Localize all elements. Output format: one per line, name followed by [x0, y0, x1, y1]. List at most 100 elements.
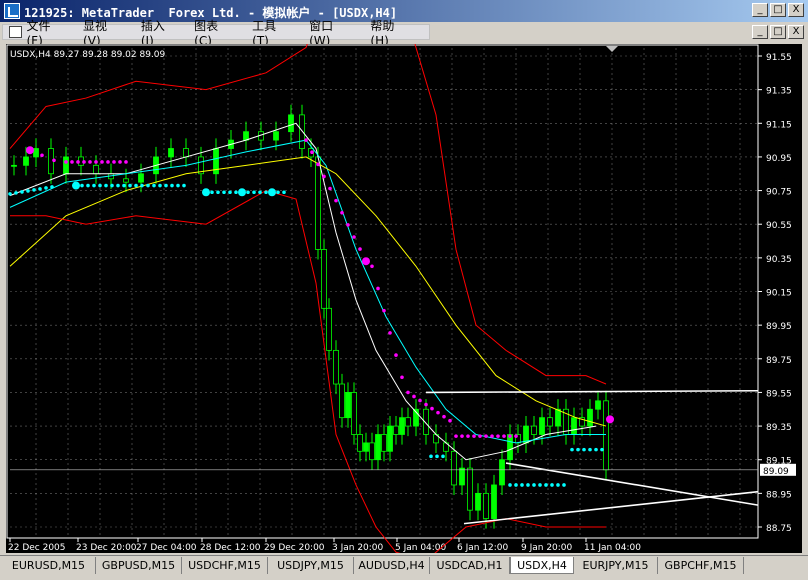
menu-tools[interactable]: 工具(T) — [252, 17, 291, 48]
cyan-signal-dot — [110, 183, 114, 188]
cyan-signal-dot — [238, 188, 246, 197]
candle-body — [345, 392, 351, 419]
candle-body — [531, 425, 537, 435]
price-label: 90.75 — [766, 188, 792, 198]
cyan-signal-dot — [216, 190, 220, 195]
cyan-signal-dot — [26, 189, 30, 193]
menu-help[interactable]: 帮助(H) — [370, 17, 411, 48]
chart-document-icon[interactable] — [9, 26, 23, 38]
magenta-signal-dot — [394, 353, 398, 357]
tab-usdchf-m15[interactable]: USDCHF,M15 — [182, 557, 268, 574]
doc-close-button[interactable]: X — [788, 25, 804, 39]
tab-eurusd-m15[interactable]: EURUSD,M15 — [2, 557, 96, 574]
price-label: 91.15 — [766, 120, 792, 130]
magenta-signal-dot — [376, 286, 380, 291]
cyan-signal-dot — [582, 447, 586, 452]
cyan-signal-dot — [182, 183, 186, 188]
price-chart[interactable]: 91.55 91.35 91.15 90.95 90.75 90.55 90.35 90.15… — [6, 44, 802, 553]
maximize-button[interactable]: □ — [770, 3, 786, 17]
magenta-signal-dot — [460, 434, 464, 438]
cyan-signal-dot — [38, 187, 42, 191]
tab-eurjpy-m15[interactable]: EURJPY,M15 — [574, 557, 658, 574]
close-button[interactable]: X — [788, 3, 804, 17]
cyan-signal-dot — [116, 183, 120, 188]
cyan-signal-dot — [176, 183, 180, 188]
menu-charts[interactable]: 图表(C) — [194, 17, 234, 48]
time-label: 6 Jan 12:00 — [457, 543, 509, 553]
magenta-signal-dot — [328, 186, 332, 191]
magenta-signal-dot — [358, 247, 362, 251]
minimize-button[interactable]: _ — [752, 3, 768, 17]
cyan-signal-dot — [234, 190, 238, 195]
menu-insert[interactable]: 插入(I) — [141, 17, 176, 48]
candle-body — [555, 408, 561, 427]
cyan-signal-dot — [570, 447, 574, 452]
magenta-signal-dot — [322, 174, 326, 179]
chart-canvas[interactable]: 91.55 91.35 91.15 90.95 90.75 90.55 90.35 90.15… — [6, 44, 802, 553]
magenta-signal-dot — [76, 160, 80, 164]
candle-body — [523, 425, 529, 444]
magenta-signal-dot — [502, 434, 506, 438]
menu-window[interactable]: 窗口(W) — [309, 17, 352, 48]
candle-body — [475, 492, 481, 511]
price-label: 89.55 — [766, 389, 792, 399]
cyan-signal-dot — [222, 190, 226, 195]
magenta-signal-dot — [448, 418, 452, 423]
magenta-signal-dot — [94, 160, 98, 164]
magenta-signal-dot — [606, 415, 614, 424]
tab-audusd-h4[interactable]: AUDUSD,H4 — [354, 557, 430, 574]
cyan-signal-dot — [140, 183, 144, 188]
magenta-signal-dot — [70, 160, 74, 164]
candle-body — [369, 442, 375, 461]
magenta-signal-dot — [40, 153, 44, 158]
cyan-signal-dot — [532, 483, 536, 487]
chart-tabs: EURUSD,M15 GBPUSD,M15 USDCHF,M15 USDJPY,… — [0, 555, 808, 577]
current-price-label: 89.09 — [763, 467, 789, 477]
cyan-signal-dot — [576, 447, 580, 452]
time-label: 11 Jan 04:00 — [584, 543, 641, 553]
menu-bar: 文件(F) 显视(V) 插入(I) 图表(C) 工具(T) 窗口(W) 帮助(H… — [0, 19, 808, 48]
magenta-signal-dot — [382, 308, 386, 313]
descending-trendline — [505, 462, 759, 506]
tab-gbpusd-m15[interactable]: GBPUSD,M15 — [96, 557, 182, 574]
candle-body — [333, 349, 339, 385]
menu-view[interactable]: 显视(V) — [83, 17, 123, 48]
candle-body — [33, 148, 39, 158]
support-trendline — [463, 490, 759, 525]
cyan-signal-dot — [122, 183, 126, 188]
price-label: 89.95 — [766, 322, 792, 332]
price-label: 90.55 — [766, 221, 792, 231]
candle-body — [571, 417, 577, 435]
doc-minimize-button[interactable]: _ — [752, 25, 768, 39]
magenta-signal-dot — [88, 160, 92, 164]
window-controls: _ □ X — [752, 3, 804, 17]
tab-usdjpy-m15[interactable]: USDJPY,M15 — [268, 557, 354, 574]
time-label: 9 Jan 20:00 — [521, 543, 573, 553]
doc-restore-button[interactable]: □ — [770, 25, 786, 39]
magenta-signal-dot — [118, 160, 122, 164]
cyan-signal-dot — [170, 183, 174, 188]
candle-body — [393, 425, 399, 435]
cyan-signal-dot — [556, 483, 560, 487]
price-label: 90.35 — [766, 255, 792, 265]
magenta-signal-dot — [352, 235, 356, 239]
cyan-signal-dot — [508, 483, 512, 487]
menu-file[interactable]: 文件(F) — [26, 17, 65, 48]
magenta-signal-dot — [100, 160, 104, 164]
magenta-signal-dot — [340, 210, 344, 215]
tab-usdx-h4[interactable]: USDX,H4 — [510, 557, 574, 574]
candle-body — [351, 392, 357, 435]
cyan-signal-dot — [32, 188, 36, 192]
cyan-signal-dot — [594, 447, 598, 452]
cyan-signal-dot — [164, 183, 168, 188]
tab-gbpchf-m15[interactable]: GBPCHF,M15 — [658, 557, 744, 574]
chart-shift-marker-icon — [606, 46, 618, 52]
tab-usdcad-h1[interactable]: USDCAD,H1 — [430, 557, 510, 574]
candle-body — [507, 434, 513, 461]
price-label: 91.35 — [766, 87, 792, 97]
magenta-signal-dot — [424, 402, 428, 407]
candle-body — [288, 114, 294, 133]
magenta-signal-dot — [346, 223, 350, 227]
magenta-signal-dot — [370, 264, 374, 269]
cyan-signal-dot — [210, 190, 214, 195]
